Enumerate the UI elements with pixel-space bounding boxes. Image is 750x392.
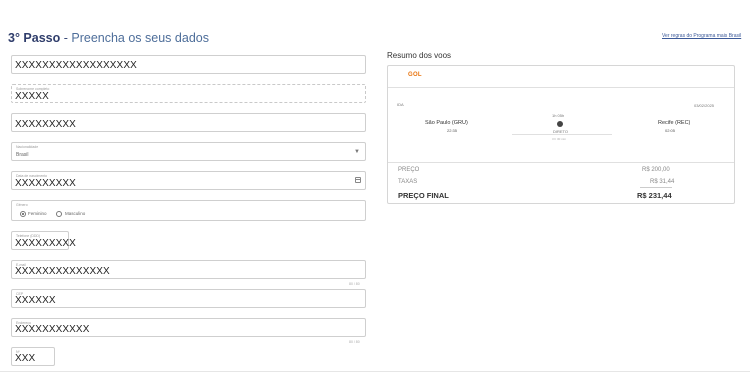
gender-male-label[interactable]: Masculino <box>65 211 85 216</box>
origin-city: São Paulo (GRU) <box>425 120 468 126</box>
route-line <box>512 134 612 135</box>
final-price-value: R$ 231,44 <box>637 191 672 200</box>
cpf-value: XXXXXXXXX <box>15 119 76 130</box>
flight-stop-icon <box>557 121 563 127</box>
flight-duration: 3 h 30 min <box>552 137 567 141</box>
name-value: XXXXXXXXXXXXXXXXXX <box>15 60 137 71</box>
chevron-down-icon: ▼ <box>354 149 360 155</box>
nationality-select[interactable]: Nacionalidade Brasil ▼ <box>11 142 366 161</box>
program-rules-link[interactable]: Ver regras do Programa mais Brasil <box>662 33 741 39</box>
email-field[interactable]: E-mail XXXXXXXXXXXXXX <box>11 260 366 279</box>
cep-field[interactable]: CEP XXXXXX <box>11 289 366 308</box>
phone-value: XXXXXXXXX <box>15 238 76 249</box>
final-price-label: PREÇO FINAL <box>398 191 449 200</box>
page-title: 3° Passo - Preencha os seus dados <box>8 31 209 45</box>
gender-label: Gênero <box>16 203 28 207</box>
email-value: XXXXXXXXXXXXXX <box>15 266 110 277</box>
destination-city: Recife (REC) <box>658 120 691 126</box>
address-char-counter: 80 / 80 <box>349 340 360 344</box>
number-value: XXX <box>15 353 36 364</box>
flight-duration-top: 1h 05h <box>552 113 565 118</box>
flight-summary-title: Resumo dos voos <box>387 51 452 60</box>
number-field[interactable]: Nº XXX <box>11 347 55 366</box>
birthdate-value: XXXXXXXXX <box>15 178 76 189</box>
calendar-icon[interactable] <box>355 177 361 183</box>
destination-time: 02:05 <box>665 128 676 133</box>
gender-male-radio[interactable] <box>56 211 62 217</box>
divider <box>388 162 734 163</box>
airline-logo: GOL <box>408 72 422 78</box>
step-title: Preencha os seus dados <box>71 31 209 45</box>
origin-time: 22:35 <box>447 128 458 133</box>
gender-female-radio[interactable] <box>20 211 26 217</box>
price-value: R$ 200,00 <box>642 167 670 173</box>
phone-field[interactable]: Telefone (DDD) XXXXXXXXX <box>11 231 76 250</box>
divider <box>388 87 734 88</box>
gender-group: Gênero Feminino Masculino <box>11 200 366 221</box>
email-char-counter: 80 / 80 <box>349 282 360 286</box>
cpf-field[interactable]: XXXXXXXXX <box>11 113 366 132</box>
surname-value: XXXXX <box>15 91 49 102</box>
page-bottom-divider <box>0 371 750 372</box>
taxes-label: TAXAS <box>398 179 418 185</box>
address-value: XXXXXXXXXXX <box>15 324 90 335</box>
price-label: PREÇO <box>398 167 420 173</box>
gender-female-label[interactable]: Feminino <box>28 211 47 216</box>
flight-date: 03/02/2025 <box>694 103 715 108</box>
nationality-label: Nacionalidade <box>16 145 39 149</box>
taxes-value: R$ 31,44 <box>650 179 675 185</box>
surname-field[interactable]: Sobrenome completo XXXXX <box>11 84 366 103</box>
nationality-value: Brasil <box>16 152 29 158</box>
address-field[interactable]: Endereço XXXXXXXXXXX <box>11 318 366 337</box>
name-field[interactable]: XXXXXXXXXXXXXXXXXX <box>11 55 366 74</box>
cep-value: XXXXXX <box>15 295 56 306</box>
divider <box>640 187 672 188</box>
title-separator: - <box>60 31 72 45</box>
leg-label: IDA <box>397 102 404 107</box>
birthdate-field[interactable]: Data de nascimento XXXXXXXXX <box>11 171 366 190</box>
step-label: 3° Passo <box>8 31 61 45</box>
